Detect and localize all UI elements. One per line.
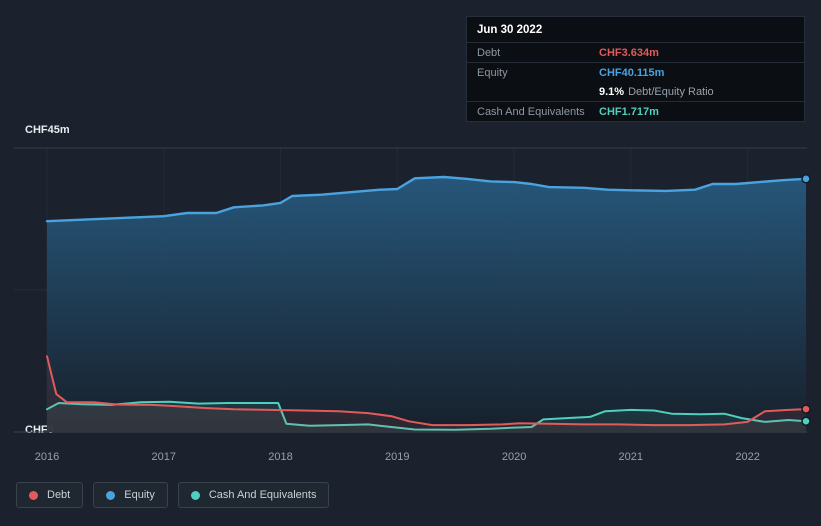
tooltip-ratio-label: Debt/Equity Ratio xyxy=(628,85,714,98)
svg-text:2017: 2017 xyxy=(152,451,176,463)
svg-text:2016: 2016 xyxy=(35,451,59,463)
tooltip-date: Jun 30 2022 xyxy=(467,17,804,43)
tooltip-debt-value: CHF3.634m xyxy=(599,46,659,59)
svg-text:2018: 2018 xyxy=(268,451,292,463)
tooltip-debt-row: Debt CHF3.634m xyxy=(467,43,804,63)
svg-text:2020: 2020 xyxy=(502,451,526,463)
tooltip-ratio-value: 9.1% xyxy=(599,85,625,98)
equity-legend-dot-icon xyxy=(106,490,116,500)
legend-item-debt[interactable]: Debt xyxy=(16,482,84,508)
legend: Debt Equity Cash And Equivalents xyxy=(16,482,330,508)
tooltip-ratio-row: 9.1% Debt/Equity Ratio xyxy=(467,82,804,102)
svg-text:2021: 2021 xyxy=(619,451,643,463)
chart-panel: CHF45m CHF0 2016 2017 2018 2019 2020 2021 2022… xyxy=(0,0,821,526)
chart-tooltip: Jun 30 2022 Debt CHF3.634m Equity CHF40.… xyxy=(466,16,805,122)
tooltip-debt-label: Debt xyxy=(477,46,501,59)
tooltip-cash-value: CHF1.717m xyxy=(599,105,659,118)
tooltip-cash-row: Cash And Equivalents CHF1.717m xyxy=(467,102,804,121)
legend-label-equity: Equity xyxy=(124,489,155,501)
svg-text:2019: 2019 xyxy=(385,451,409,463)
debt-legend-dot-icon xyxy=(29,490,38,500)
cash-legend-dot-icon xyxy=(190,490,200,500)
tooltip-equity-label: Equity xyxy=(477,66,508,79)
tooltip-ratio-value-group: 9.1% Debt/Equity Ratio xyxy=(599,86,714,98)
svg-text:2022: 2022 xyxy=(735,451,759,463)
tooltip-cash-label: Cash And Equivalents xyxy=(477,105,585,118)
tooltip-equity-value: CHF40.115m xyxy=(599,66,665,79)
legend-label-cash: Cash And Equivalents xyxy=(208,489,317,501)
legend-item-equity[interactable]: Equity xyxy=(93,482,168,508)
legend-label-debt: Debt xyxy=(47,489,71,501)
tooltip-equity-row: Equity CHF40.115m xyxy=(467,63,804,82)
legend-item-cash[interactable]: Cash And Equivalents xyxy=(177,482,330,508)
